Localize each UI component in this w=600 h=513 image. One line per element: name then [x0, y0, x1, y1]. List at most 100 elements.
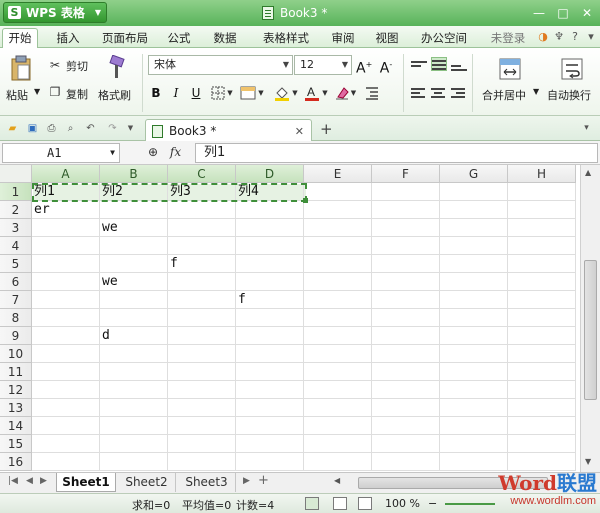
- first-sheet-icon[interactable]: |◀: [8, 476, 18, 486]
- maximize-button[interactable]: □: [552, 4, 574, 22]
- scroll-left-icon[interactable]: ◀: [334, 476, 340, 485]
- cell-style-icon[interactable]: ▼: [238, 85, 266, 101]
- document-tab[interactable]: Book3 * ✕: [145, 119, 312, 142]
- formula-input[interactable]: 列1: [195, 143, 598, 163]
- next-sheet-icon[interactable]: ▶: [40, 476, 47, 486]
- tab-page-layout[interactable]: 页面布局: [98, 29, 152, 47]
- tab-list-icon[interactable]: ▾: [580, 122, 593, 135]
- minimize-button[interactable]: —: [528, 4, 550, 22]
- name-box[interactable]: A1 ▼: [2, 143, 120, 163]
- row-header-4[interactable]: 4: [0, 237, 32, 255]
- format-painter-button[interactable]: 格式刷: [98, 87, 131, 103]
- align-middle-button[interactable]: [431, 57, 447, 71]
- tab-view[interactable]: 视图: [372, 29, 402, 47]
- chevron-down-icon[interactable]: ▼: [533, 87, 539, 96]
- shirt-icon[interactable]: ♆: [552, 30, 566, 44]
- column-header-E[interactable]: E: [304, 165, 372, 183]
- cell-B6[interactable]: we: [100, 273, 168, 291]
- bold-button[interactable]: B: [148, 84, 164, 102]
- row-header-8[interactable]: 8: [0, 309, 32, 327]
- wrap-text-icon[interactable]: [559, 56, 585, 82]
- vertical-scrollbar[interactable]: ▲ ▼: [580, 165, 600, 472]
- help-icon[interactable]: ?: [568, 30, 582, 44]
- cell-C5[interactable]: f: [168, 255, 236, 273]
- row-header-5[interactable]: 5: [0, 255, 32, 273]
- chevron-down-icon[interactable]: ▾: [584, 30, 598, 44]
- row-header-14[interactable]: 14: [0, 417, 32, 435]
- row-header-13[interactable]: 13: [0, 399, 32, 417]
- open-folder-icon[interactable]: ▰: [6, 122, 19, 135]
- merge-center-button[interactable]: 合并居中: [482, 87, 526, 103]
- app-menu-button[interactable]: S WPS 表格 ▼: [3, 2, 107, 23]
- merge-center-icon[interactable]: [496, 56, 524, 82]
- redo-icon[interactable]: ↷: [106, 122, 119, 135]
- zoom-out-button[interactable]: −: [428, 497, 437, 510]
- auto-wrap-button[interactable]: 自动换行: [547, 87, 600, 103]
- row-header-2[interactable]: 2: [0, 201, 32, 219]
- row-header-12[interactable]: 12: [0, 381, 32, 399]
- close-button[interactable]: ✕: [576, 4, 598, 22]
- tab-insert[interactable]: 插入: [50, 29, 86, 47]
- prev-sheet-icon[interactable]: ◀: [26, 476, 33, 486]
- italic-button[interactable]: I: [168, 84, 184, 102]
- increase-font-icon[interactable]: A+: [356, 56, 372, 77]
- indent-icon[interactable]: [364, 84, 380, 102]
- copy-button[interactable]: 复制: [66, 86, 88, 102]
- decrease-font-icon[interactable]: A-: [378, 56, 394, 77]
- align-left-button[interactable]: [411, 86, 427, 100]
- scroll-thumb[interactable]: [584, 260, 597, 400]
- normal-view-icon[interactable]: [305, 497, 319, 510]
- column-header-C[interactable]: C: [168, 165, 236, 183]
- row-header-11[interactable]: 11: [0, 363, 32, 381]
- tab-home[interactable]: 开始: [2, 28, 38, 49]
- align-bottom-button[interactable]: [451, 59, 467, 73]
- page-layout-view-icon[interactable]: [333, 497, 347, 510]
- column-header-A[interactable]: A: [32, 165, 100, 183]
- sheet-tab-1[interactable]: Sheet1: [56, 473, 116, 492]
- row-header-10[interactable]: 10: [0, 345, 32, 363]
- zoom-level[interactable]: 100 %: [385, 497, 420, 510]
- column-header-H[interactable]: H: [508, 165, 576, 183]
- align-center-button[interactable]: [431, 86, 447, 100]
- column-header-F[interactable]: F: [372, 165, 440, 183]
- row-header-3[interactable]: 3: [0, 219, 32, 237]
- tab-table-style[interactable]: 表格样式: [258, 29, 314, 47]
- border-icon[interactable]: ▼: [210, 85, 234, 101]
- row-header-6[interactable]: 6: [0, 273, 32, 291]
- login-status[interactable]: 未登录: [487, 29, 529, 47]
- align-right-button[interactable]: [451, 86, 467, 100]
- page-break-view-icon[interactable]: [358, 497, 372, 510]
- cell-A2[interactable]: er: [32, 201, 100, 219]
- cut-button[interactable]: 剪切: [66, 58, 88, 74]
- cell-B9[interactable]: d: [100, 327, 168, 345]
- skin-icon[interactable]: ◑: [536, 30, 550, 44]
- spreadsheet-grid[interactable]: A B C D E F G H 1 2 3 4 5 6 7 8 9 10 11 12 13 14 15 16 列1 列2 列3 列4 e…: [0, 165, 580, 472]
- fill-color-icon[interactable]: ▼: [272, 84, 300, 102]
- column-header-G[interactable]: G: [440, 165, 508, 183]
- clear-format-icon[interactable]: ▼: [332, 84, 358, 102]
- fill-handle[interactable]: [303, 198, 308, 203]
- tab-review[interactable]: 审阅: [328, 29, 358, 47]
- undo-icon[interactable]: ↶: [84, 122, 97, 135]
- row-header-9[interactable]: 9: [0, 327, 32, 345]
- font-name-select[interactable]: 宋体 ▼: [148, 55, 293, 75]
- sheet-tab-2[interactable]: Sheet2: [118, 473, 176, 492]
- row-header-1[interactable]: 1: [0, 183, 32, 201]
- font-color-icon[interactable]: A ▼: [302, 84, 330, 102]
- scroll-up-icon[interactable]: ▲: [585, 168, 591, 177]
- chevron-down-icon[interactable]: ▼: [34, 87, 40, 96]
- scroll-down-icon[interactable]: ▼: [585, 457, 591, 466]
- row-header-15[interactable]: 15: [0, 435, 32, 453]
- cell-B3[interactable]: we: [100, 219, 168, 237]
- select-all-corner[interactable]: [0, 165, 32, 183]
- column-header-B[interactable]: B: [100, 165, 168, 183]
- format-painter-icon[interactable]: [104, 54, 128, 82]
- tab-formulas[interactable]: 公式: [164, 29, 194, 47]
- tab-data[interactable]: 数据: [210, 29, 240, 47]
- save-icon[interactable]: ▣: [26, 122, 39, 135]
- sheet-tab-3[interactable]: Sheet3: [178, 473, 236, 492]
- font-size-select[interactable]: 12 ▼: [294, 55, 352, 75]
- search-icon[interactable]: ⊕: [148, 145, 158, 159]
- column-header-D[interactable]: D: [236, 165, 304, 183]
- row-header-7[interactable]: 7: [0, 291, 32, 309]
